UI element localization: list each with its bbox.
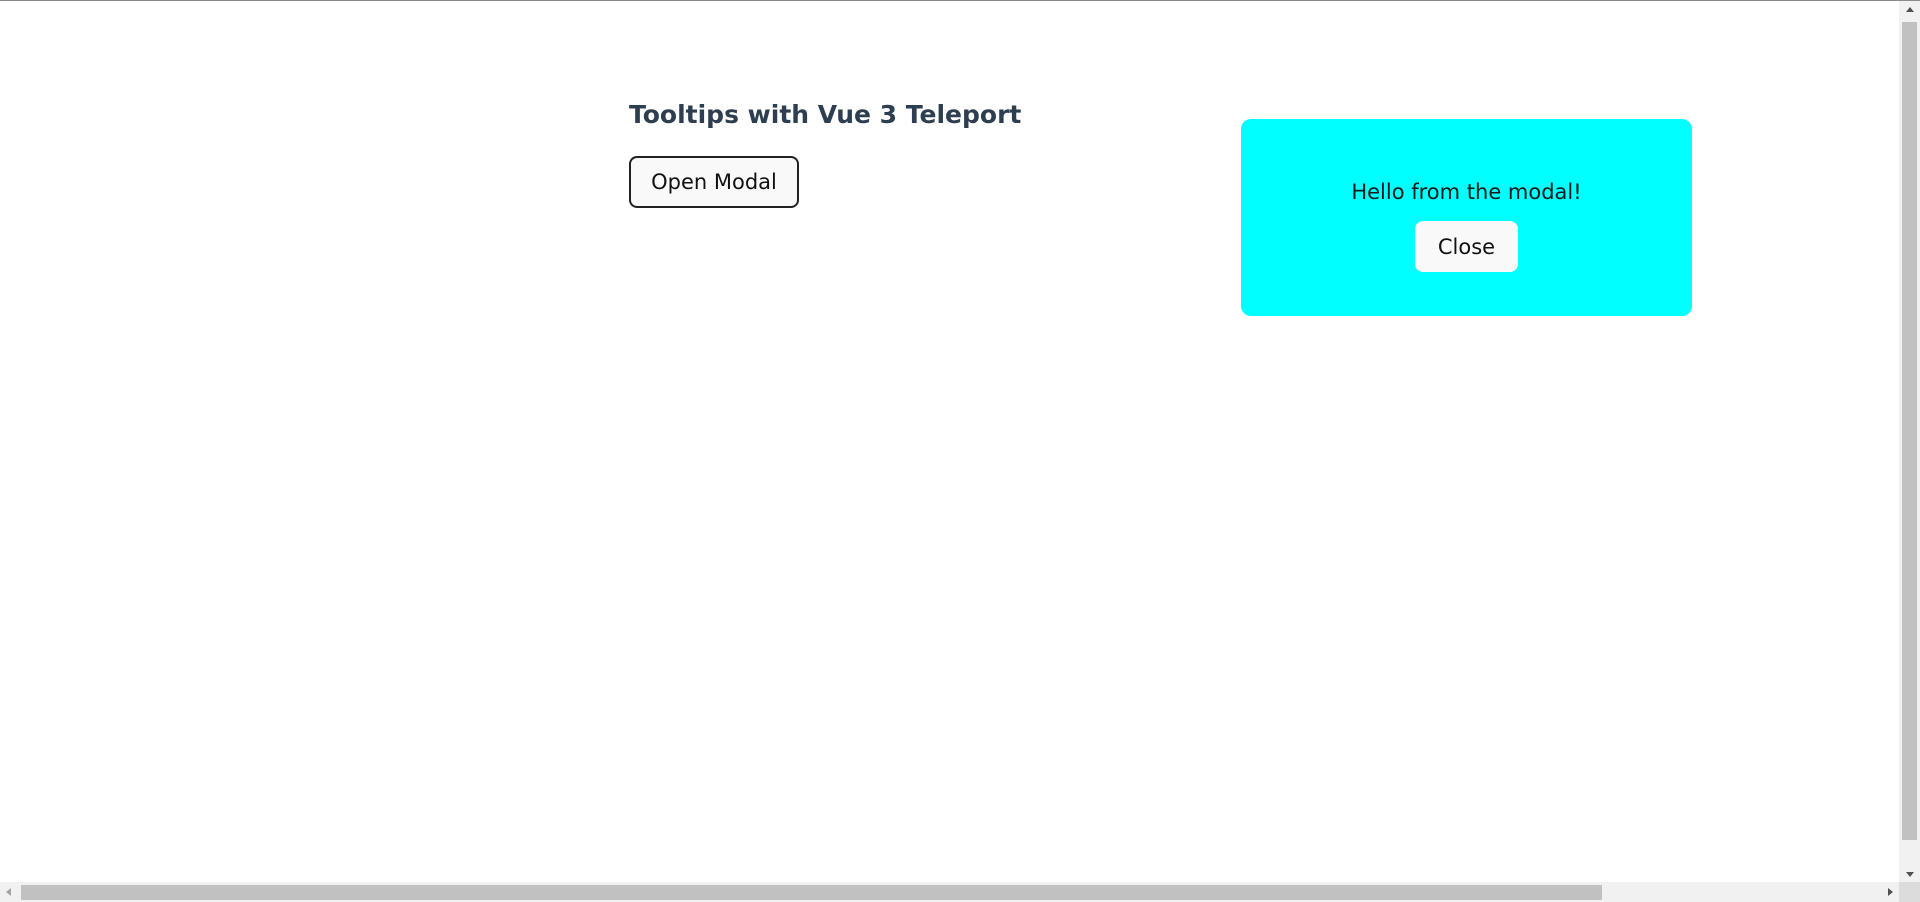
vertical-scroll-thumb[interactable] [1902,22,1917,840]
page: Tooltips with Vue 3 Teleport Open Modal … [0,0,1920,902]
scroll-right-button[interactable] [1882,882,1899,902]
scroll-down-button[interactable] [1899,866,1920,883]
scroll-left-button[interactable] [0,882,17,902]
chevron-right-icon [1888,888,1893,896]
horizontal-scrollbar[interactable] [0,882,1920,902]
chevron-down-icon [1905,872,1914,877]
modal-message: Hello from the modal! [1351,180,1582,204]
chevron-up-icon [1905,7,1914,12]
open-modal-button[interactable]: Open Modal [629,156,799,208]
vertical-scrollbar[interactable] [1899,1,1920,883]
scrollbar-corner [1899,882,1920,902]
chevron-left-icon [6,888,11,896]
close-button[interactable]: Close [1415,221,1518,272]
page-title: Tooltips with Vue 3 Teleport [629,100,1022,129]
scroll-up-button[interactable] [1899,1,1920,18]
modal: Hello from the modal! Close [1241,119,1692,316]
horizontal-scroll-thumb[interactable] [21,885,1602,900]
